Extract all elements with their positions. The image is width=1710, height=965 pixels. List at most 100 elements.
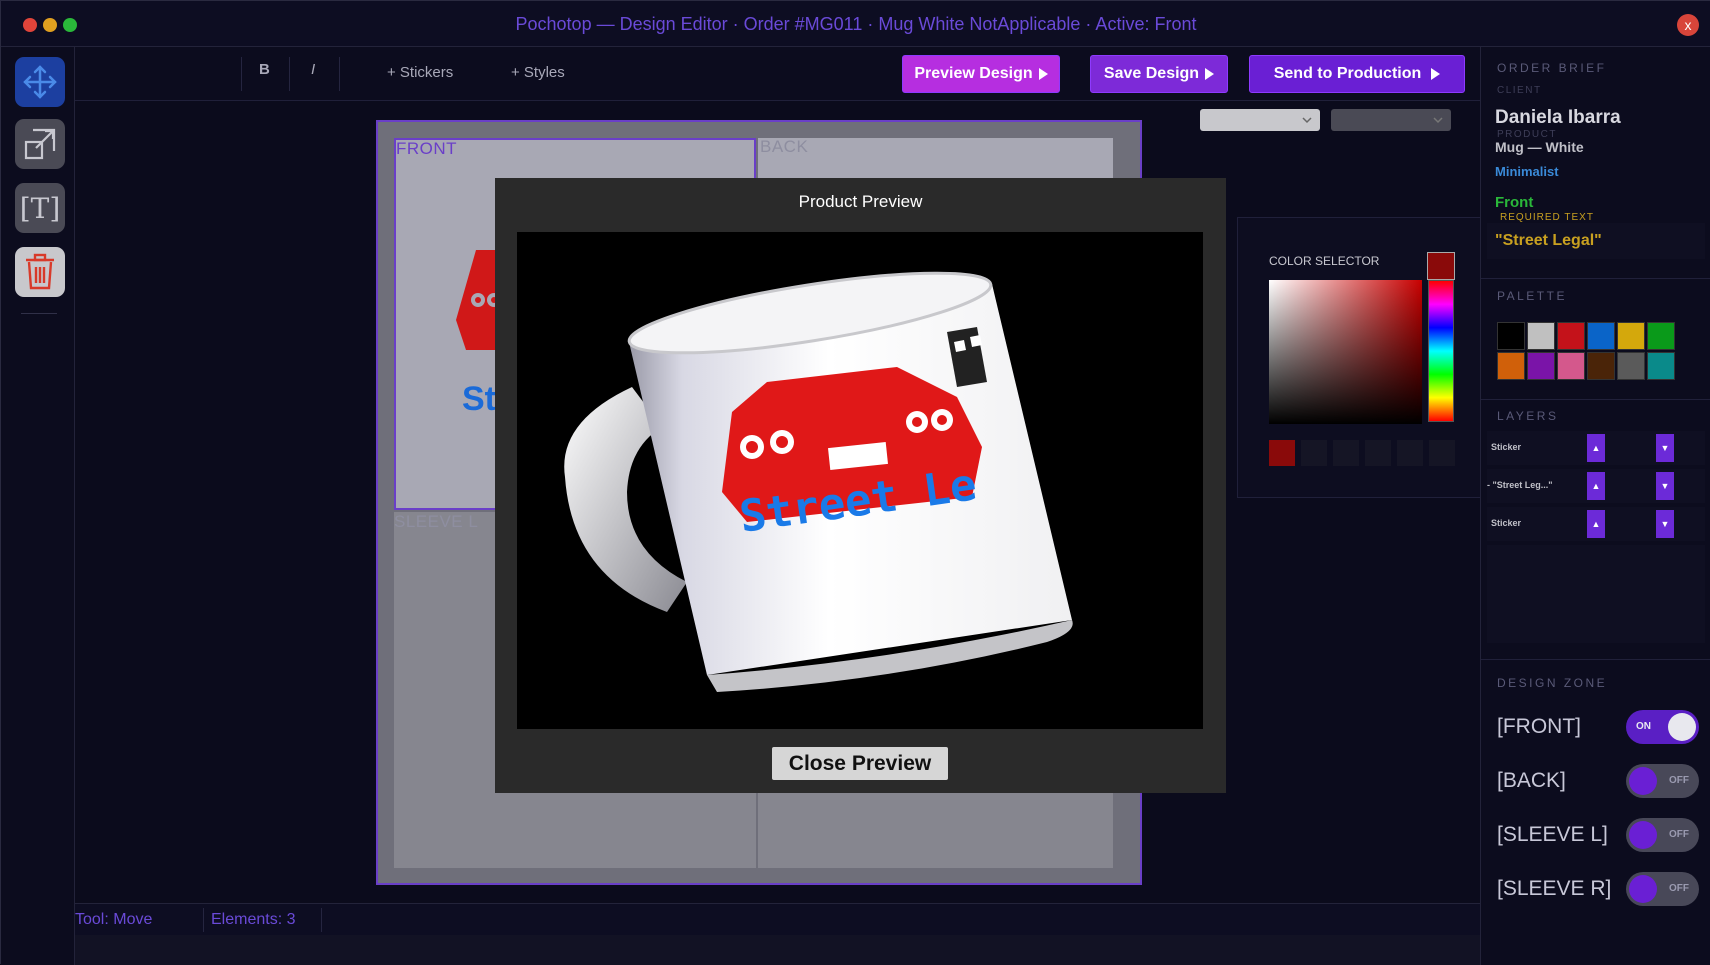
recent-color-swatch[interactable] [1429,440,1455,466]
zone-toggle-label-sleeve-r: [SLEEVE R] [1497,877,1612,900]
design-zone-heading: DESIGN ZONE [1497,676,1608,690]
hue-slider[interactable] [1428,280,1454,422]
palette-swatch[interactable] [1587,352,1615,380]
close-preview-button[interactable]: Close Preview [772,747,948,780]
current-color-swatch[interactable] [1427,252,1455,280]
preview-design-label: Preview Design [914,65,1033,82]
layers-empty-area [1487,545,1705,643]
text-tool-button[interactable]: [T] [15,183,65,233]
status-tool: Tool: Move [75,911,153,928]
status-divider [321,908,322,932]
toggle-knob [1629,767,1657,795]
save-design-button[interactable]: Save Design [1090,55,1228,93]
top-toolbar: B I + Stickers + Styles Preview Design S… [75,47,1480,101]
style-name: Minimalist [1495,164,1559,179]
palette-swatch[interactable] [1557,322,1585,350]
sleeve-l-zone-label: SLEEVE L [394,512,479,531]
layer-row[interactable]: Sticker ▲ ▼ [1487,431,1705,465]
trash-icon [26,253,54,290]
toggle-state: OFF [1669,883,1689,894]
palette-swatch[interactable] [1617,322,1645,350]
zone-toggle-front[interactable]: ON [1626,710,1699,744]
send-to-production-label: Send to Production [1273,65,1422,82]
mug-3d-viewport[interactable]: Street Le [517,232,1203,729]
toggle-knob [1629,821,1657,849]
layer-row[interactable]: - "Street Leg..." ▲ ▼ [1487,469,1705,503]
status-divider [203,908,204,932]
recent-color-swatch[interactable] [1397,440,1423,466]
recent-color-swatch[interactable] [1269,440,1295,466]
right-sidebar: ORDER BRIEF CLIENT Daniela Ibarra PRODUC… [1480,47,1710,965]
resize-tool-button[interactable] [15,119,65,169]
layer-down-button[interactable]: ▼ [1656,510,1674,538]
layer-up-button[interactable]: ▲ [1587,434,1605,462]
zone-toggle-label-sleeve-l: [SLEEVE L] [1497,823,1608,846]
section-divider [1481,399,1710,400]
preview-design-button[interactable]: Preview Design [902,55,1060,93]
palette-heading: PALETTE [1497,289,1567,303]
palette-swatch[interactable] [1497,322,1525,350]
palette-swatch[interactable] [1497,352,1525,380]
palette-swatch[interactable] [1557,352,1585,380]
layer-up-button[interactable]: ▲ [1587,472,1605,500]
layers-list: Sticker ▲ ▼ - "Street Leg..." ▲ ▼ Sticke… [1481,431,1710,651]
palette-swatch[interactable] [1527,322,1555,350]
zone-toggle-sleeve-r[interactable]: OFF [1626,872,1699,906]
add-styles-button[interactable]: + Styles [511,64,565,81]
required-text-label: REQUIRED TEXT [1500,212,1594,223]
move-icon [23,65,57,99]
required-text-value: "Street Legal" [1487,223,1705,259]
toggle-state: OFF [1669,775,1689,786]
toggle-state: ON [1636,721,1651,732]
toolbar-divider [289,57,290,91]
palette-swatch[interactable] [1647,322,1675,350]
window-title: Pochotop — Design Editor · Order #MG011 … [515,14,1197,34]
recent-color-swatch[interactable] [1333,440,1359,466]
toggle-knob [1629,875,1657,903]
palette-swatch[interactable] [1587,322,1615,350]
zone-toggle-sleeve-l[interactable]: OFF [1626,818,1699,852]
zone-name: Front [1495,194,1534,211]
product-preview-modal: Product Preview Street Le Close Preview [495,178,1226,793]
recent-color-swatch[interactable] [1365,440,1391,466]
chevron-down-icon [1433,117,1443,124]
palette-swatch[interactable] [1617,352,1645,380]
status-bar: Tool: Move Elements: 3 [75,903,1480,935]
toggle-state: OFF [1669,829,1689,840]
layer-name: Sticker [1491,442,1522,452]
toolbar-divider [241,57,242,91]
mug-3d-render: Street Le [564,271,1073,692]
move-tool-button[interactable] [15,57,65,107]
layer-row[interactable]: Sticker ▲ ▼ [1487,507,1705,541]
save-design-label: Save Design [1103,65,1200,82]
layer-down-button[interactable]: ▼ [1656,472,1674,500]
preview-text-layer[interactable]: St [462,380,496,419]
italic-button[interactable]: I [311,61,315,78]
product-name: Mug — White [1495,139,1584,155]
layer-name: - "Street Leg..." [1487,480,1553,490]
saturation-value-picker[interactable] [1269,280,1422,424]
send-to-production-button[interactable]: Send to Production [1249,55,1465,93]
zone-toggle-back[interactable]: OFF [1626,764,1699,798]
app-window: Pochotop — Design Editor · Order #MG011 … [0,0,1710,965]
svg-text:[T]: [T] [20,192,60,225]
recent-color-swatch[interactable] [1301,440,1327,466]
bold-button[interactable]: B [259,61,270,78]
add-stickers-button[interactable]: + Stickers [387,64,453,81]
zone-toggle-label-back: [BACK] [1497,769,1566,792]
client-name: Daniela Ibarra [1495,107,1621,128]
section-divider [1481,278,1710,279]
close-icon[interactable]: x [1677,14,1699,36]
layer-up-button[interactable]: ▲ [1587,510,1605,538]
tool-sidebar: [T] [1,47,75,965]
font-select[interactable] [1200,109,1320,131]
size-select[interactable] [1331,109,1451,131]
palette-swatch[interactable] [1647,352,1675,380]
color-selector-label: COLOR SELECTOR [1269,254,1380,268]
layer-down-button[interactable]: ▼ [1656,434,1674,462]
title-bar: Pochotop — Design Editor · Order #MG011 … [1,1,1710,47]
delete-tool-button[interactable] [15,247,65,297]
play-icon [1038,68,1048,80]
palette-swatch[interactable] [1527,352,1555,380]
chevron-down-icon [1302,117,1312,124]
